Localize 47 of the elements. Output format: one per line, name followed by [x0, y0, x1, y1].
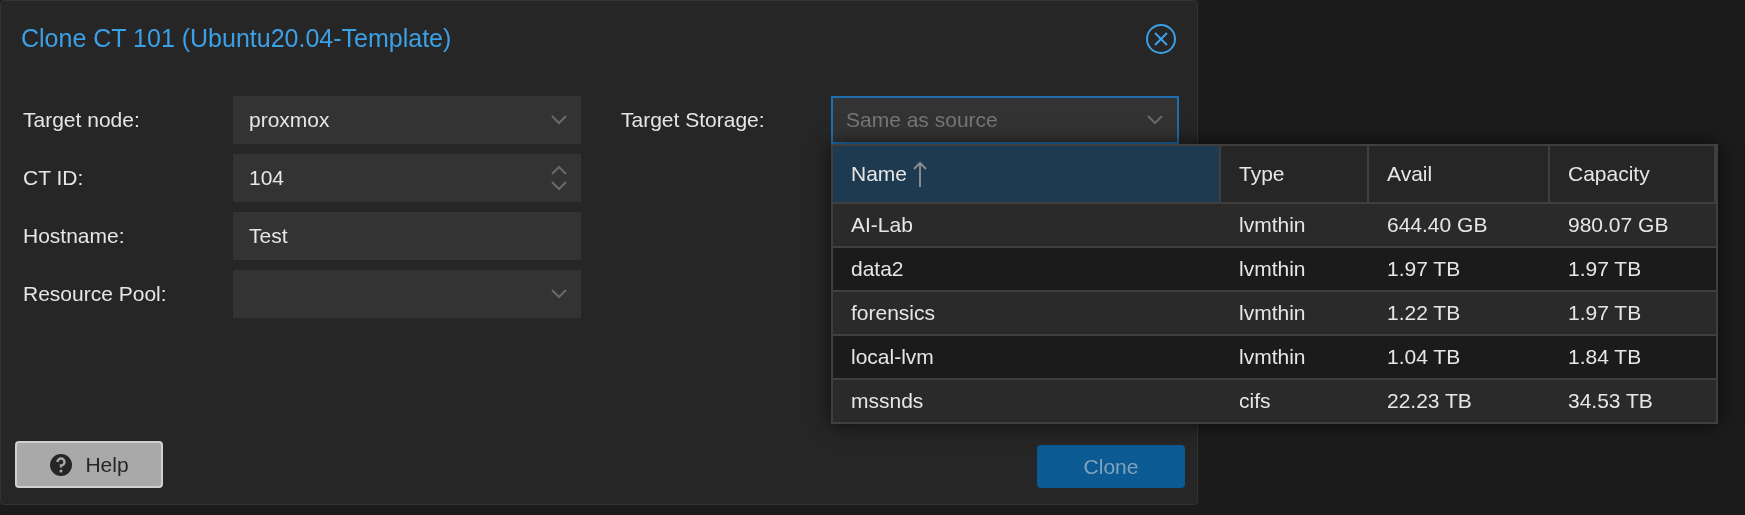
table-cell-text: 980.07 GB: [1567, 212, 1670, 239]
chevron-down-icon: [551, 289, 567, 299]
chevron-down-icon: [551, 115, 567, 125]
field-label: Target Storage:: [621, 107, 766, 134]
table-cell-text: local-lvm: [850, 344, 935, 371]
storage-row[interactable]: local-lvm lvmthin 1.04 TB 1.84 TB: [833, 334, 1716, 378]
table-cell-text: 1.04 TB: [1386, 344, 1462, 371]
storage-row[interactable]: forensics lvmthin 1.22 TB 1.97 TB: [833, 290, 1716, 334]
text-field[interactable]: Test: [233, 212, 581, 260]
storage-row[interactable]: data2 lvmthin 1.97 TB 1.97 TB: [833, 246, 1716, 290]
table-cell-text: 1.22 TB: [1386, 300, 1462, 327]
column-header[interactable]: Capacity: [1550, 146, 1716, 202]
table-cell-text: lvmthin: [1238, 300, 1307, 327]
spinner-arrows-icon: [551, 165, 567, 191]
storage-row[interactable]: mssnds cifs 22.23 TB 34.53 TB: [833, 378, 1716, 422]
table-cell-text: 644.40 GB: [1386, 212, 1489, 239]
column-header[interactable]: Name: [833, 146, 1221, 202]
table-cell-text: 1.97 TB: [1567, 300, 1643, 327]
field-label: Hostname:: [23, 223, 126, 250]
table-cell-text: mssnds: [850, 388, 925, 415]
dialog-title: Clone CT 101 (Ubuntu20.04-Template): [21, 23, 452, 55]
table-cell-text: 34.53 TB: [1567, 388, 1654, 415]
help-icon: [49, 452, 74, 477]
number-field[interactable]: 104: [233, 154, 581, 202]
dropdown-field[interactable]: proxmox: [233, 96, 581, 144]
field-label: Target node:: [23, 107, 141, 134]
table-cell-text: lvmthin: [1238, 212, 1307, 239]
table-cell-text: lvmthin: [1238, 344, 1307, 371]
table-cell-text: cifs: [1238, 388, 1272, 415]
table-cell-text: data2: [850, 256, 905, 283]
table-cell-text: lvmthin: [1238, 256, 1307, 283]
field-label: CT ID:: [23, 165, 85, 192]
column-header[interactable]: Avail: [1369, 146, 1550, 202]
table-cell-text: AI-Lab: [850, 212, 914, 239]
close-icon[interactable]: [1145, 23, 1177, 55]
table-cell-text: forensics: [850, 300, 937, 327]
storage-row[interactable]: AI-Lab lvmthin 644.40 GB 980.07 GB: [833, 202, 1716, 246]
column-header[interactable]: Type: [1221, 146, 1369, 202]
table-cell-text: 22.23 TB: [1386, 388, 1473, 415]
field-label: Resource Pool:: [23, 281, 168, 308]
chevron-down-icon: [1147, 115, 1163, 125]
dropdown-field[interactable]: [233, 270, 581, 318]
table-cell-text: 1.97 TB: [1567, 256, 1643, 283]
table-cell-text: 1.97 TB: [1386, 256, 1462, 283]
help-button[interactable]: Help: [15, 441, 163, 488]
sort-ascending-icon: [913, 161, 928, 187]
table-cell-text: 1.84 TB: [1567, 344, 1643, 371]
